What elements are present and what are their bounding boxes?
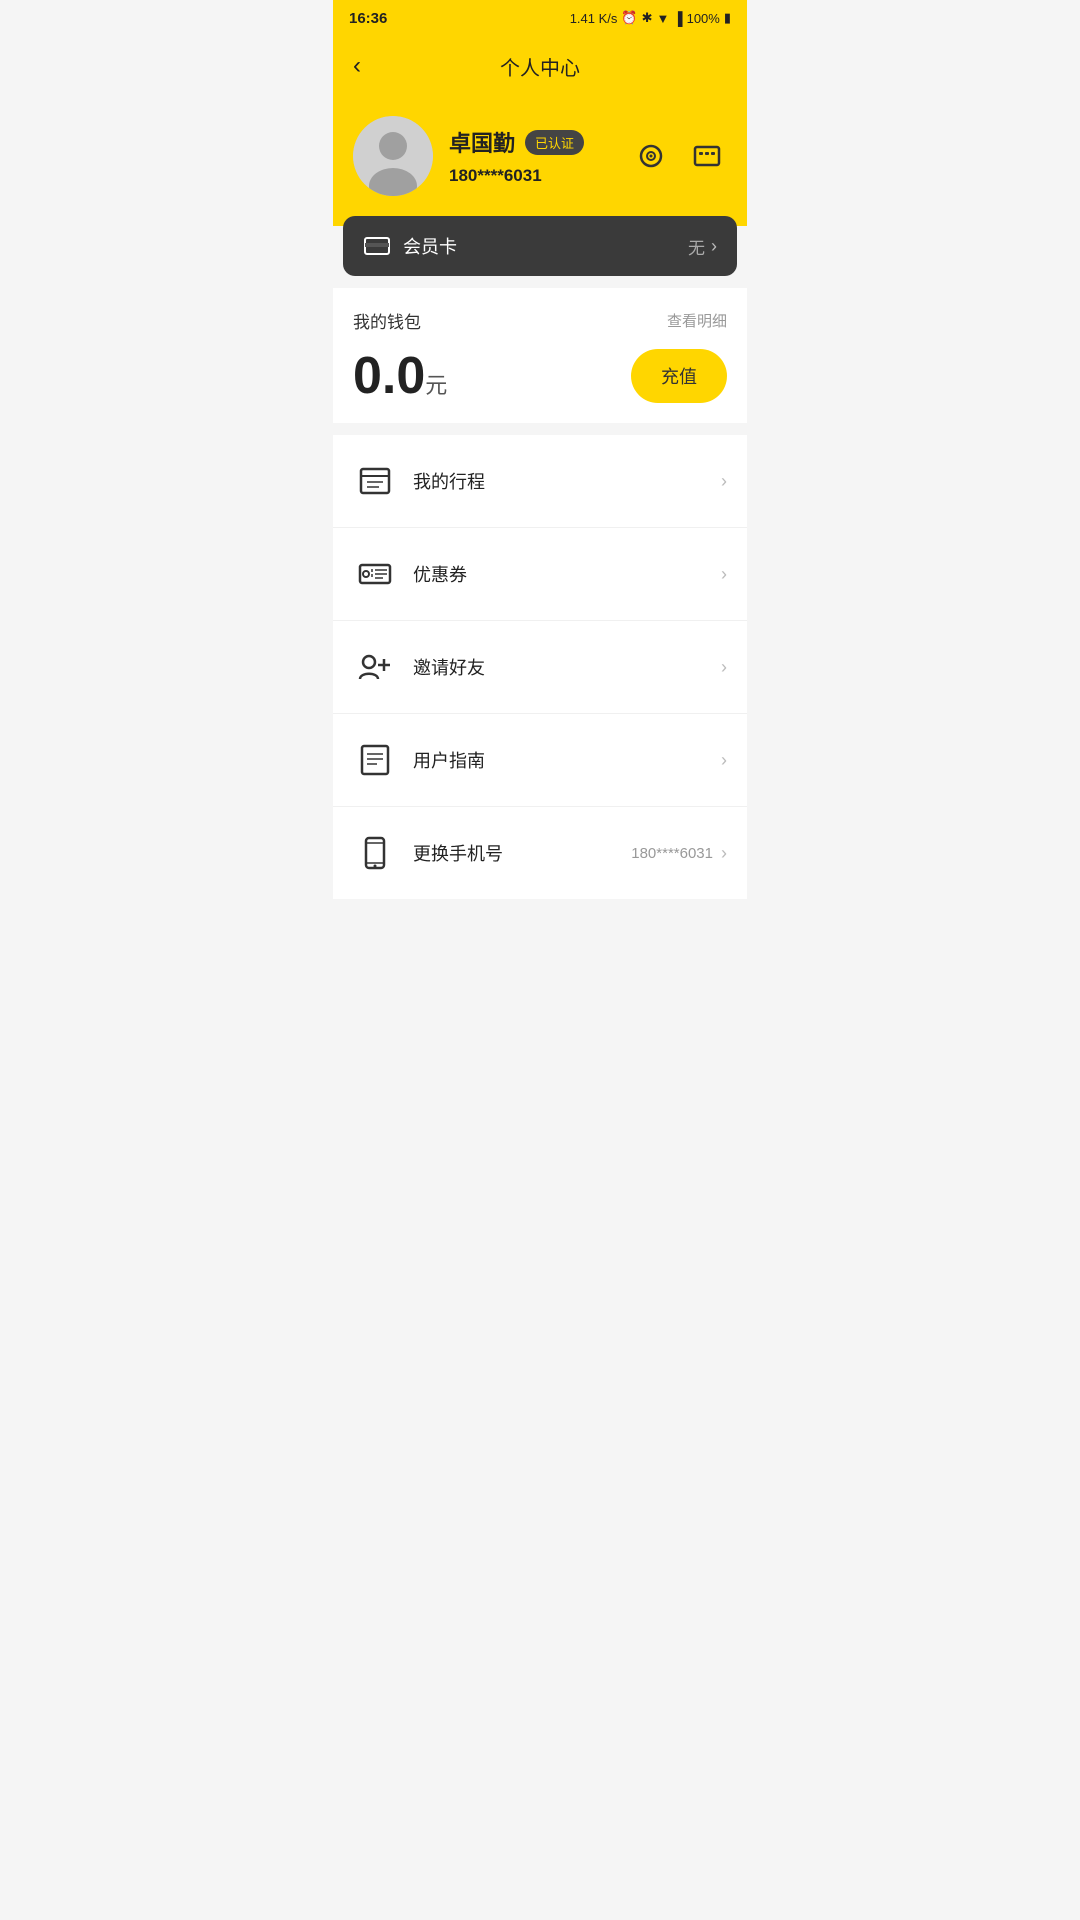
bluetooth-icon: ✱	[642, 10, 653, 26]
invite-label: 邀请好友	[413, 654, 485, 680]
wallet-header: 我的钱包 查看明细	[353, 308, 727, 333]
wallet-section: 我的钱包 查看明细 0.0元 充值	[333, 288, 747, 423]
avatar[interactable]	[353, 116, 433, 196]
scan-button[interactable]	[631, 136, 671, 176]
member-card[interactable]: 会员卡 无 ›	[343, 216, 737, 276]
menu-item-trip[interactable]: 我的行程 ›	[333, 435, 747, 528]
wifi-icon: ▼	[657, 11, 670, 26]
coupon-icon	[353, 552, 397, 596]
profile-name-row: 卓国勤 已认证	[449, 126, 584, 158]
invite-chevron: ›	[721, 657, 727, 678]
guide-icon	[353, 738, 397, 782]
member-card-left: 会员卡	[363, 232, 457, 260]
alarm-icon: ⏰	[621, 10, 637, 26]
guide-label: 用户指南	[413, 747, 485, 773]
profile-icons	[631, 136, 727, 176]
profile-info: 卓国勤 已认证 180****6031	[449, 126, 584, 186]
wallet-title: 我的钱包	[353, 308, 421, 333]
coupon-chevron: ›	[721, 564, 727, 585]
status-bar: 16:36 1.41 K/s ⏰ ✱ ▼ ▐ 100% ▮	[333, 0, 747, 36]
menu-item-phone[interactable]: 更换手机号 180****6031 ›	[333, 807, 747, 899]
trip-chevron: ›	[721, 471, 727, 492]
menu-section: 我的行程 › 优惠券 ›	[333, 435, 747, 899]
trip-icon	[353, 459, 397, 503]
member-card-label: 会员卡	[403, 233, 457, 259]
status-time: 16:36	[349, 10, 387, 27]
menu-item-coupon-left: 优惠券	[353, 552, 467, 596]
menu-item-invite-left: 邀请好友	[353, 645, 485, 689]
guide-right: ›	[721, 750, 727, 771]
menu-item-phone-left: 更换手机号	[353, 831, 503, 875]
back-button[interactable]: ‹	[353, 52, 361, 80]
phone-value: 180****6031	[631, 845, 713, 862]
phone-right: 180****6031 ›	[631, 843, 727, 864]
member-card-chevron: ›	[711, 236, 717, 257]
phone-icon	[353, 831, 397, 875]
wallet-detail-button[interactable]: 查看明细	[667, 310, 727, 331]
invite-icon	[353, 645, 397, 689]
menu-item-coupon[interactable]: 优惠券 ›	[333, 528, 747, 621]
recharge-button[interactable]: 充值	[631, 349, 727, 403]
message-button[interactable]	[687, 136, 727, 176]
status-right: 1.41 K/s ⏰ ✱ ▼ ▐ 100% ▮	[570, 10, 731, 26]
wallet-balance-display: 0.0元	[353, 350, 447, 402]
battery-icon: ▮	[724, 10, 731, 26]
network-speed: 1.41 K/s	[570, 11, 618, 26]
menu-item-guide-left: 用户指南	[353, 738, 485, 782]
profile-left: 卓国勤 已认证 180****6031	[353, 116, 584, 196]
coupon-label: 优惠券	[413, 561, 467, 587]
signal-icon: ▐	[673, 11, 682, 26]
member-card-right: 无 ›	[688, 234, 717, 259]
menu-item-guide[interactable]: 用户指南 ›	[333, 714, 747, 807]
phone-change-label: 更换手机号	[413, 840, 503, 866]
wallet-balance: 0.0元	[353, 347, 447, 405]
profile-phone: 180****6031	[449, 166, 584, 186]
header: ‹ 个人中心	[333, 36, 747, 96]
profile-name: 卓国勤	[449, 126, 515, 158]
wallet-balance-row: 0.0元 充值	[353, 349, 727, 403]
verified-badge: 已认证	[525, 130, 584, 155]
menu-item-invite[interactable]: 邀请好友 ›	[333, 621, 747, 714]
trip-label: 我的行程	[413, 468, 485, 494]
phone-chevron: ›	[721, 843, 727, 864]
battery-percent: 100%	[687, 11, 720, 26]
profile-section: 卓国勤 已认证 180****6031	[333, 96, 747, 226]
menu-item-trip-left: 我的行程	[353, 459, 485, 503]
invite-right: ›	[721, 657, 727, 678]
page-title: 个人中心	[500, 52, 580, 81]
guide-chevron: ›	[721, 750, 727, 771]
coupon-right: ›	[721, 564, 727, 585]
member-card-value: 无	[688, 234, 705, 259]
trip-right: ›	[721, 471, 727, 492]
card-icon	[363, 232, 391, 260]
